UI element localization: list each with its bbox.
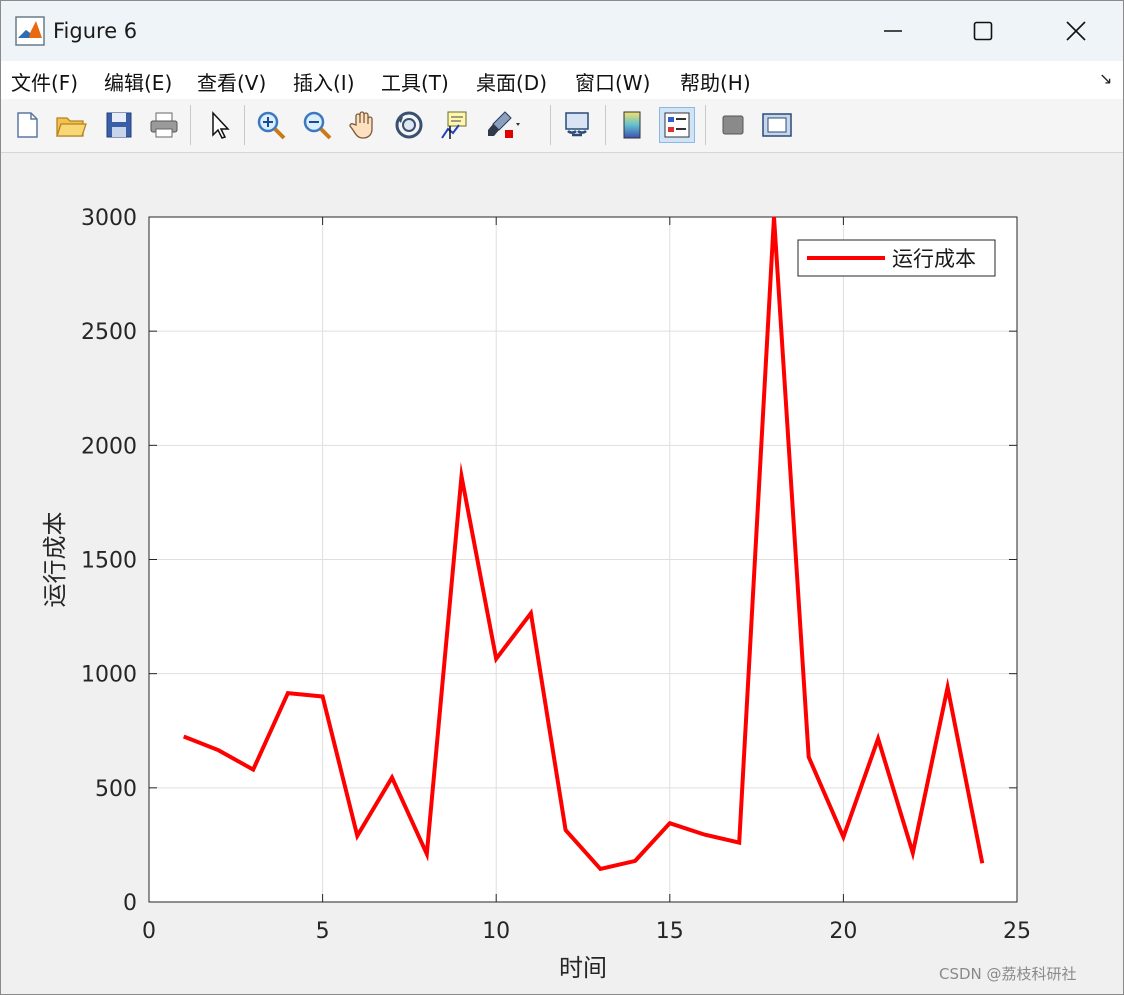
matlab-logo-icon [15,16,45,46]
menu-window[interactable]: 窗口(W) [575,67,650,96]
figure-canvas: 0 5 10 15 20 25 0 500 1000 1500 2000 2500 3000 时间 运… [1,153,1123,994]
show-plot-tools-icon[interactable] [759,107,795,143]
pan-hand-icon[interactable] [345,107,381,143]
rotate-3d-icon[interactable] [391,107,427,143]
toolbar-separator [605,105,606,145]
menu-insert[interactable]: 插入(I) [293,67,355,96]
menu-bar: 文件(F) 编辑(E) 查看(V) 插入(I) 工具(T) 桌面(D) 窗口(W… [1,61,1123,99]
y-tick-label: 0 [123,891,137,916]
menu-help[interactable]: 帮助(H) [680,67,751,96]
brush-icon[interactable] [485,107,521,143]
legend-icon[interactable] [659,107,695,143]
menu-tools[interactable]: 工具(T) [381,67,449,96]
zoom-out-icon[interactable] [299,107,335,143]
y-tick-labels: 0 500 1000 1500 2000 2500 3000 [81,206,137,916]
x-tick-label: 15 [656,919,684,944]
y-tick-label: 2500 [81,320,137,345]
minimize-button[interactable] [846,1,940,61]
save-icon[interactable] [101,107,137,143]
menu-file[interactable]: 文件(F) [11,67,78,96]
x-axis-label: 时间 [559,954,607,982]
dock-arrow-icon[interactable]: ↘ [1099,69,1112,88]
close-button[interactable] [1029,1,1123,61]
window-title: Figure 6 [53,19,138,43]
figure-window: Figure 6 文件(F) 编辑(E) 查看(V) 插入(I) 工具(T) 桌… [0,0,1124,995]
x-tick-label: 20 [829,919,857,944]
y-tick-label: 1500 [81,549,137,574]
line-chart: 0 5 10 15 20 25 0 500 1000 1500 2000 2500 3000 时间 运… [41,206,1031,982]
new-file-icon[interactable] [9,107,45,143]
open-folder-icon[interactable] [53,107,89,143]
close-icon [1066,21,1086,41]
link-plot-icon[interactable] [559,107,595,143]
minimize-icon [884,30,902,32]
maximize-button[interactable] [936,1,1030,61]
colorbar-icon[interactable] [614,107,650,143]
watermark: CSDN @荔枝科研社 [939,965,1077,983]
maximize-icon [973,21,993,41]
zoom-in-icon[interactable] [253,107,289,143]
title-bar: Figure 6 [1,1,1123,61]
y-tick-label: 3000 [81,206,137,231]
x-tick-label: 0 [142,919,156,944]
x-tick-label: 5 [316,919,330,944]
toolbar-separator [705,105,706,145]
data-cursor-icon[interactable] [437,107,473,143]
menu-edit[interactable]: 编辑(E) [104,67,172,96]
x-tick-label: 25 [1003,919,1031,944]
y-tick-label: 500 [95,777,137,802]
pointer-icon[interactable] [201,107,237,143]
legend[interactable]: 运行成本 [797,239,996,277]
toolbar [1,99,1123,153]
y-tick-label: 2000 [81,434,137,459]
toolbar-separator [190,105,191,145]
menu-view[interactable]: 查看(V) [197,67,266,96]
x-tick-label: 10 [482,919,510,944]
toolbar-separator [550,105,551,145]
hide-plot-tools-icon[interactable] [715,107,751,143]
legend-entry: 运行成本 [892,247,976,271]
y-axis-label: 运行成本 [41,512,69,608]
toolbar-separator [244,105,245,145]
x-tick-labels: 0 5 10 15 20 25 [142,919,1031,944]
y-tick-label: 1000 [81,663,137,688]
print-icon[interactable] [146,107,182,143]
menu-desktop[interactable]: 桌面(D) [476,67,547,96]
